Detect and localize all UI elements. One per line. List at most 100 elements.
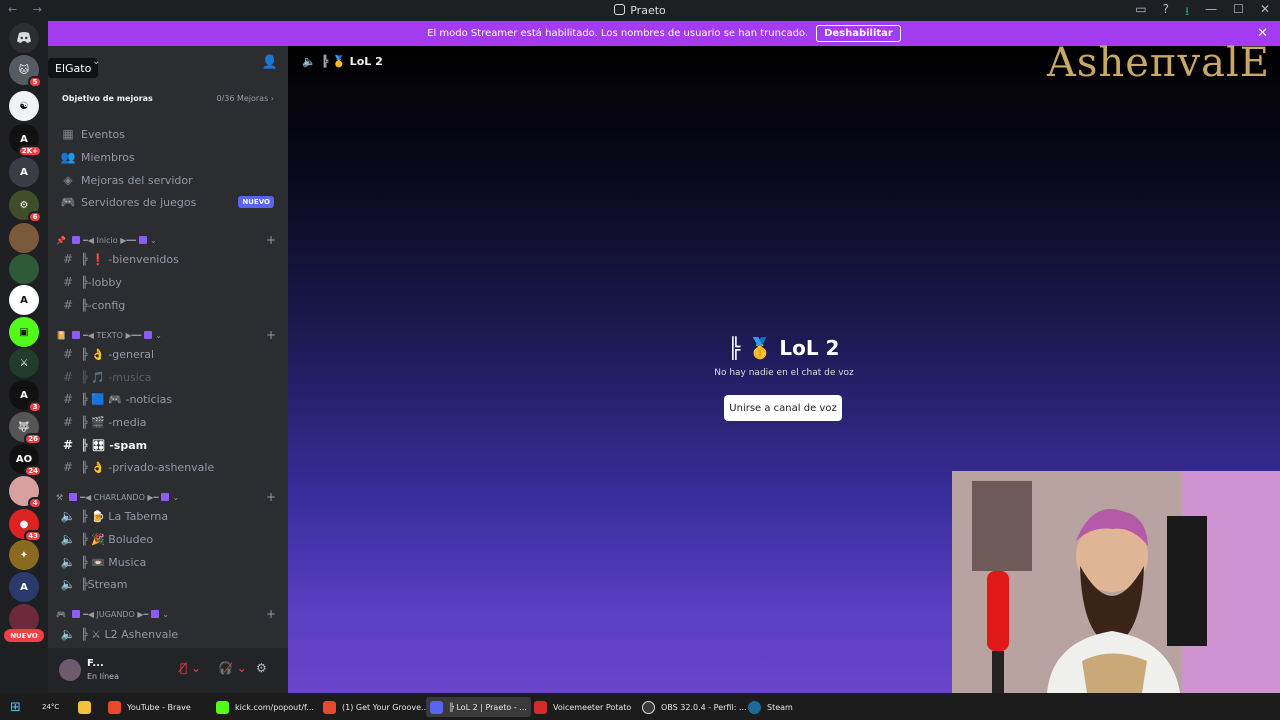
menu-game-servers[interactable]: 🎮 Servidores de juegos NUEVO	[56, 191, 280, 213]
server-13[interactable]: AO 24	[9, 444, 42, 477]
chevron-down-icon: ⌄	[172, 492, 180, 502]
banner-close-icon[interactable]: ✕	[1257, 26, 1268, 41]
taskbar-item-youtube[interactable]: YouTube - Brave	[108, 697, 191, 717]
chevron-down-icon: ⌄	[155, 330, 162, 340]
webcam-overlay	[952, 471, 1280, 693]
hash-icon: #	[62, 370, 74, 384]
voice-channel-title: ╠ 🥇 LoL 2	[728, 336, 840, 360]
maximize-icon[interactable]: ☐	[1233, 2, 1244, 23]
taskbar-item-groove[interactable]: (1) Get Your Groove...	[323, 697, 429, 717]
taskbar-item-voicemeeter[interactable]: Voicemeeter Potato	[534, 697, 631, 717]
hammer-icon: ⚒	[56, 492, 64, 502]
disable-streamer-button[interactable]: Deshabilitar	[816, 25, 901, 42]
window-controls: ▭ ? ⭳ — ☐ ✕	[1135, 2, 1270, 23]
user-panel: F... En línea 🎙̸ ⌄ 🎧̸ ⌄ ⚙	[48, 648, 288, 693]
headphones-muted-icon[interactable]: 🎧̸ ⌄	[218, 661, 247, 675]
members-icon: 👥	[60, 150, 76, 164]
hash-icon: #	[62, 392, 74, 406]
taskbar-item-obs[interactable]: OBS 32.0.4 - Perfil: ...	[642, 697, 747, 717]
gamepad-icon: 🎮	[60, 195, 76, 209]
add-channel-icon[interactable]: +	[266, 490, 276, 504]
chevron-down-icon[interactable]: ⌄	[92, 56, 100, 67]
server-badge: 5	[28, 76, 42, 88]
add-channel-icon[interactable]: +	[266, 328, 276, 342]
voice-stream[interactable]: 🔈 ╠Stream	[56, 573, 280, 595]
server-12[interactable]: 🐺 26	[9, 412, 42, 445]
taskbar-item-discord[interactable]: ╠ LoL 2 | Praeto - ...	[426, 697, 531, 717]
server-8[interactable]: A	[9, 285, 39, 315]
server-11[interactable]: A3	[9, 380, 42, 413]
home-discord-icon[interactable]	[9, 23, 39, 53]
voice-la-taberna[interactable]: 🔈 ╠ 🍺 La Taberna	[56, 505, 280, 527]
voice-l2-ashenvale[interactable]: 🔈 ╠ ⚔ L2 Ashenvale	[56, 623, 280, 645]
title-bar: ← → Praeto ▭ ? ⭳ — ☐ ✕	[0, 0, 1280, 21]
server-15[interactable]: ● 43	[9, 509, 42, 542]
calendar-icon: ▦	[62, 127, 74, 141]
server-5[interactable]: ⚙ 6	[9, 190, 42, 223]
window-title-text: Praeto	[630, 4, 666, 17]
channel-config[interactable]: # ╠-config	[56, 294, 280, 316]
channel-musica[interactable]: # ╠ 🎵 -musica	[56, 366, 280, 388]
weather-widget[interactable]: 24°C	[42, 697, 59, 717]
server-14[interactable]: 4	[9, 476, 42, 509]
chevron-down-icon: ⌄	[162, 609, 170, 619]
speaker-icon: 🔈	[60, 577, 76, 591]
mic-muted-icon[interactable]: 🎙̸ ⌄	[180, 661, 201, 675]
server-7[interactable]	[9, 254, 39, 284]
help-icon[interactable]: ?	[1163, 2, 1169, 23]
server-4[interactable]: A	[9, 157, 39, 187]
server-9[interactable]: ▣	[9, 317, 39, 347]
minimize-icon[interactable]: —	[1205, 2, 1217, 23]
avatar[interactable]	[59, 659, 81, 681]
add-channel-icon[interactable]: +	[266, 607, 276, 621]
category-charlando[interactable]: ⚒ ━◀ CHARLANDO ▶━ ⌄ +	[56, 489, 280, 505]
download-icon[interactable]: ⭳	[1185, 2, 1189, 23]
server-elgato[interactable]: 🐱 5	[9, 55, 42, 88]
join-voice-button[interactable]: Unirse a canal de voz	[724, 395, 842, 421]
server-16[interactable]: ✦	[9, 540, 39, 570]
channel-header-title: ╠ 🥇 LoL 2	[321, 55, 383, 68]
server-17[interactable]: A	[9, 572, 39, 602]
category-texto[interactable]: 📔 ━◀ TEXTO ▶━━ ⌄ +	[56, 327, 280, 343]
hash-icon: #	[62, 252, 74, 266]
add-channel-icon[interactable]: +	[266, 233, 276, 247]
taskbar-item-kick[interactable]: kick.com/popout/f...	[216, 697, 314, 717]
channel-spam[interactable]: # ╠ 🎛 -spam	[56, 434, 280, 456]
new-badge[interactable]: NUEVO	[4, 629, 44, 642]
hash-icon: #	[62, 438, 74, 452]
server-10[interactable]: ⚔	[9, 348, 39, 378]
menu-server-boosts[interactable]: ◈ Mejoras del servidor	[56, 169, 280, 191]
voice-musica[interactable]: 🔈 ╠ 📼 Musica	[56, 551, 280, 573]
menu-members[interactable]: 👥 Miembros	[56, 146, 280, 168]
boost-goal[interactable]: Objetivo de mejoras 0/36 Mejoras ›	[54, 86, 282, 110]
hash-icon: #	[62, 460, 74, 474]
banner-text: El modo Streamer está habilitado. Los no…	[427, 28, 809, 39]
server-badge: 4	[28, 497, 42, 509]
category-inicio[interactable]: 📌 ━◀ Inicio ▶━━ ⌄ +	[56, 232, 280, 248]
speaker-icon: 🔈	[60, 532, 76, 546]
server-6[interactable]	[9, 223, 39, 253]
server-3[interactable]: A 2K+	[9, 124, 42, 157]
channel-general[interactable]: # ╠ 👌 -general	[56, 343, 280, 365]
channel-noticias[interactable]: # ╠ 🟦 🎮 -noticias	[56, 388, 280, 410]
channel-bienvenidos[interactable]: # ╠ ❗ -bienvenidos	[56, 248, 280, 270]
gamepad-icon: 🎮	[56, 609, 66, 619]
server-header[interactable]: ElGato ⌄ 👤	[48, 46, 288, 82]
invite-members-icon[interactable]: 👤	[262, 55, 278, 70]
close-icon[interactable]: ✕	[1260, 2, 1270, 23]
category-jugando[interactable]: 🎮 ━◀ JUGANDO ▶━ ⌄ +	[56, 606, 280, 622]
server-badge: 24	[24, 465, 42, 477]
gear-icon[interactable]: ⚙	[256, 661, 267, 675]
speaker-icon: 🔈	[60, 627, 76, 641]
inbox-icon[interactable]: ▭	[1135, 2, 1146, 23]
app-logo-icon	[614, 4, 626, 15]
taskbar-item-steam[interactable]: Steam	[748, 697, 793, 717]
voice-boludeo[interactable]: 🔈 ╠ 🎉 Boludeo	[56, 528, 280, 550]
channel-lobby[interactable]: # ╠-lobby	[56, 271, 280, 293]
channel-media[interactable]: # ╠ 🎬 -media	[56, 411, 280, 433]
start-button[interactable]: ⊞	[10, 697, 21, 717]
channel-privado-ashenvale[interactable]: # ╠ 👌 -privado-ashenvale	[56, 456, 280, 478]
menu-events[interactable]: ▦ Eventos	[56, 123, 280, 145]
server-2[interactable]: ☯	[9, 91, 39, 121]
file-explorer-icon[interactable]	[78, 697, 97, 717]
